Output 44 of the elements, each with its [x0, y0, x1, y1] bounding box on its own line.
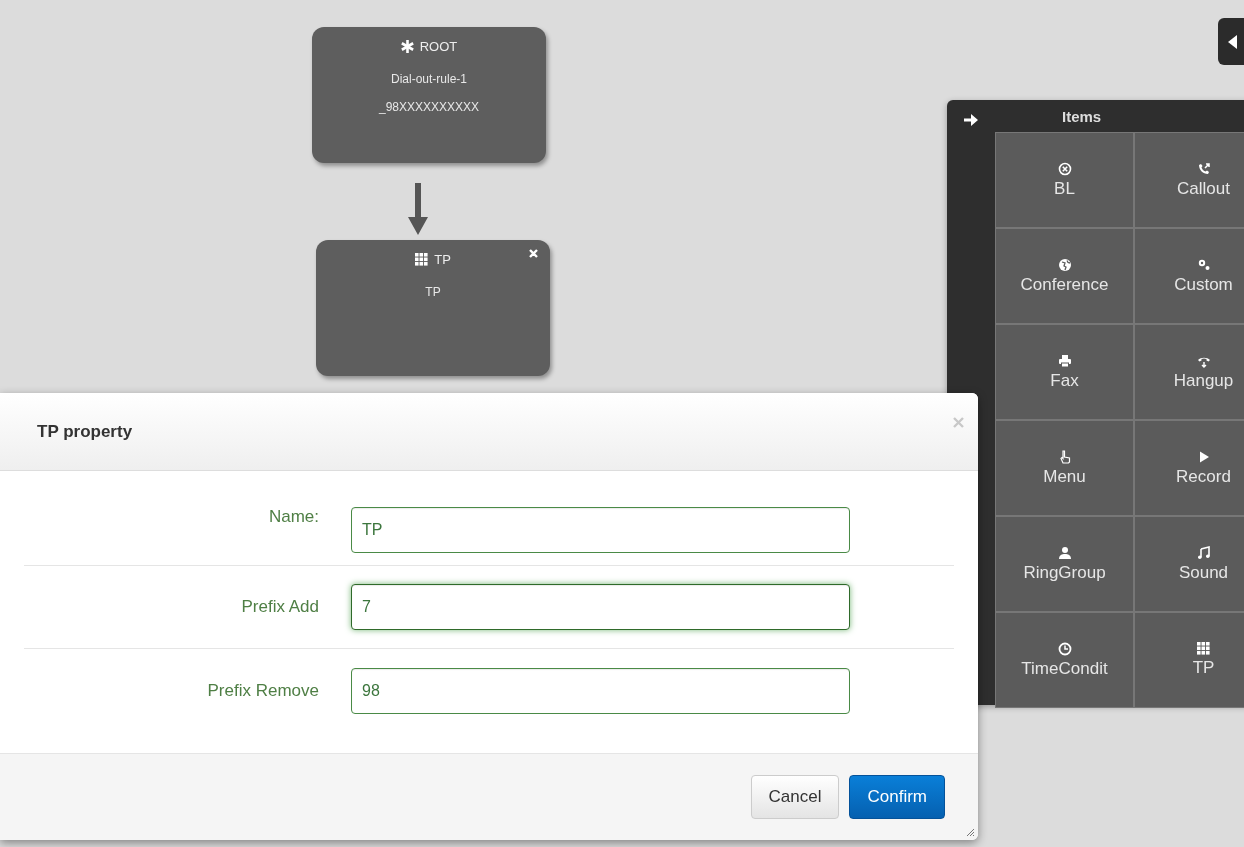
flow-node[interactable]: ROOT Dial-out-rule-1 _98XXXXXXXXXX: [312, 27, 546, 163]
printer-icon: [1057, 353, 1072, 368]
item-tile[interactable]: Hangup: [1135, 325, 1244, 419]
item-tile[interactable]: Menu: [996, 421, 1133, 515]
user-icon: [1057, 545, 1072, 560]
node-text: TP: [425, 285, 441, 299]
phone-arrow-icon: [1196, 161, 1211, 176]
connector-arrow: [408, 183, 428, 235]
confirm-button[interactable]: Confirm: [849, 775, 945, 819]
text-field[interactable]: 7: [351, 584, 850, 630]
item-tile[interactable]: Custom: [1135, 229, 1244, 323]
text-field[interactable]: TP: [351, 507, 850, 553]
cancel-button[interactable]: Cancel: [750, 775, 840, 819]
item-tile[interactable]: TimeCondit: [996, 613, 1133, 707]
node-title: TP: [434, 252, 451, 267]
item-tile[interactable]: TP: [1135, 613, 1244, 707]
resize-grip-icon[interactable]: [966, 828, 974, 836]
panel-title: Items: [1062, 107, 1102, 125]
keypad-icon: [1197, 642, 1210, 655]
item-tile[interactable]: Record: [1135, 421, 1244, 515]
text-field[interactable]: 98: [351, 667, 850, 714]
dialog-title: TP property: [37, 421, 133, 442]
flow-node[interactable]: TP TP: [316, 240, 550, 376]
item-tile[interactable]: BL: [996, 133, 1133, 227]
globe-icon: [1057, 257, 1072, 272]
item-tile[interactable]: Callout: [1135, 133, 1244, 227]
pointing-hand-icon: [1057, 449, 1072, 464]
caret-left-icon: [1228, 34, 1237, 49]
clock-icon: [1057, 641, 1072, 656]
asterisk-icon: [400, 40, 414, 53]
item-tile[interactable]: Fax: [996, 325, 1133, 419]
node-text: _98XXXXXXXXXX: [378, 100, 480, 114]
field-label: Prefix Remove: [206, 680, 319, 701]
item-tile[interactable]: Sound: [1135, 517, 1244, 611]
circle-x-icon: [1057, 161, 1072, 176]
arrow-right-icon[interactable]: [964, 114, 978, 126]
field-label: Prefix Add: [240, 597, 319, 617]
music-note-icon: [1196, 545, 1211, 560]
keypad-icon: [415, 253, 429, 266]
node-title: ROOT: [419, 39, 458, 54]
item-tile[interactable]: Conference: [996, 229, 1133, 323]
item-tile[interactable]: RingGroup: [996, 517, 1133, 611]
node-text: Dial-out-rule-1: [391, 72, 467, 86]
field-label: Name:: [267, 507, 319, 527]
